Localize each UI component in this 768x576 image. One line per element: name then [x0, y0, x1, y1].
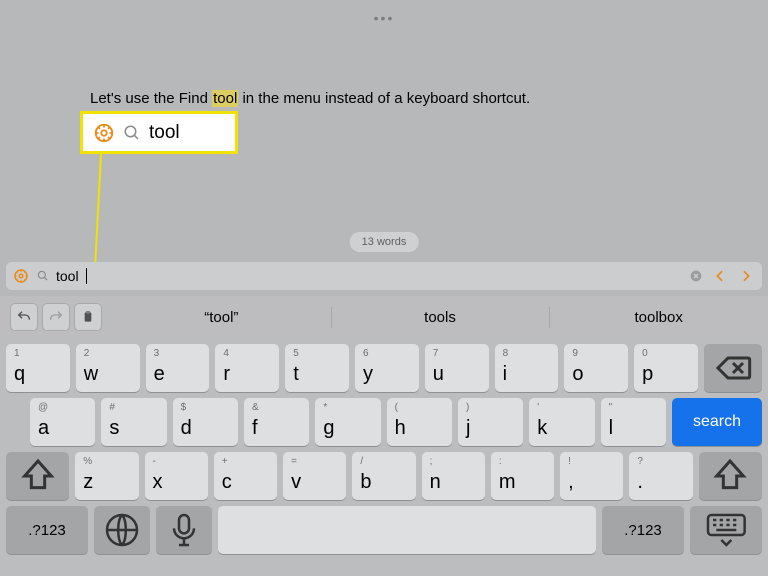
backspace-key[interactable] [704, 344, 762, 392]
suggestion-2[interactable]: tools [331, 299, 550, 336]
suggestion-bar: “tool” tools toolbox [0, 296, 768, 338]
key-y[interactable]: 6y [355, 344, 419, 392]
undo-button[interactable] [10, 303, 38, 331]
key-d[interactable]: $d [173, 398, 238, 446]
key-,[interactable]: !, [560, 452, 623, 500]
key-g[interactable]: *g [315, 398, 380, 446]
key-f[interactable]: &f [244, 398, 309, 446]
callout-connector [94, 154, 102, 274]
key-j[interactable]: )j [458, 398, 523, 446]
find-bar: tool [6, 262, 762, 290]
key-x[interactable]: -x [145, 452, 208, 500]
key-s[interactable]: #s [101, 398, 166, 446]
doc-text-after: in the menu instead of a keyboard shortc… [242, 90, 530, 107]
document-text: Let's use the Find tool in the menu inst… [90, 90, 530, 107]
shift-key-right[interactable] [699, 452, 762, 500]
numbers-key[interactable]: .?123 [6, 506, 88, 554]
key-h[interactable]: (h [387, 398, 452, 446]
search-icon [36, 269, 50, 283]
key-q[interactable]: 1q [6, 344, 70, 392]
key-a[interactable]: @a [30, 398, 95, 446]
find-settings-button[interactable] [12, 267, 30, 285]
key-l[interactable]: "l [601, 398, 666, 446]
space-key[interactable] [218, 506, 596, 554]
search-key[interactable]: search [672, 398, 762, 446]
redo-button[interactable] [42, 303, 70, 331]
suggestion-1[interactable]: “tool” [112, 299, 331, 336]
find-input[interactable]: tool [56, 268, 79, 284]
key-w[interactable]: 2w [76, 344, 140, 392]
key-z[interactable]: %z [75, 452, 138, 500]
hide-keyboard-key[interactable] [690, 506, 762, 554]
globe-key[interactable] [94, 506, 150, 554]
key-n[interactable]: ;n [422, 452, 485, 500]
key-o[interactable]: 9o [564, 344, 628, 392]
gear-icon [93, 122, 115, 144]
doc-text-before: Let's use the Find [90, 90, 208, 107]
clipboard-button[interactable] [74, 303, 102, 331]
key-c[interactable]: +c [214, 452, 277, 500]
suggestion-3[interactable]: toolbox [549, 299, 768, 336]
key-t[interactable]: 5t [285, 344, 349, 392]
key-e[interactable]: 3e [146, 344, 210, 392]
key-.[interactable]: ?. [629, 452, 692, 500]
shift-key-left[interactable] [6, 452, 69, 500]
key-m[interactable]: :m [491, 452, 554, 500]
key-v[interactable]: =v [283, 452, 346, 500]
page-indicator: ••• [374, 10, 395, 26]
search-icon [123, 124, 141, 142]
dictation-key[interactable] [156, 506, 212, 554]
doc-highlight: tool [212, 90, 238, 107]
key-i[interactable]: 8i [495, 344, 559, 392]
find-next-button[interactable] [736, 268, 756, 284]
callout-query: tool [149, 122, 180, 144]
key-r[interactable]: 4r [215, 344, 279, 392]
key-b[interactable]: /b [352, 452, 415, 500]
numbers-key-right[interactable]: .?123 [602, 506, 684, 554]
key-p[interactable]: 0p [634, 344, 698, 392]
keyboard: 1q2w3e4r5t6y7u8i9o0p @a#s$d&f*g(h)j'k"ls… [0, 338, 768, 576]
find-prev-button[interactable] [710, 268, 730, 284]
key-k[interactable]: 'k [529, 398, 594, 446]
word-count-badge: 13 words [350, 232, 419, 252]
text-cursor [86, 268, 87, 284]
callout-search-zoom: tool [80, 111, 238, 154]
key-u[interactable]: 7u [425, 344, 489, 392]
clear-button[interactable] [688, 268, 704, 284]
